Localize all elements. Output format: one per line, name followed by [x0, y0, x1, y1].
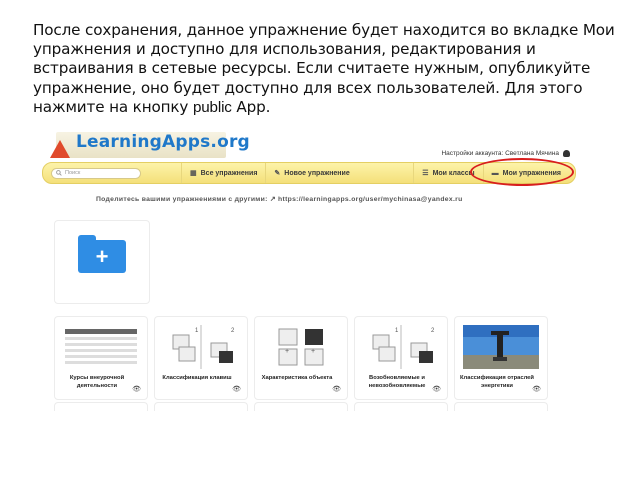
eye-icon: 👁 [332, 386, 341, 393]
card-title: Классификация клавиш [162, 375, 232, 381]
logo[interactable]: LearningApps.org [50, 130, 250, 162]
list-icon: ☰ [422, 170, 429, 177]
exercise-card[interactable]: 12 Возобновляемые и невозобновляемые 👁 [354, 316, 448, 400]
instruction-text: После сохранения, данное упражнение буде… [33, 21, 623, 117]
nav-all-exercises-label: Все упражнения [200, 169, 258, 177]
svg-text:+: + [285, 348, 289, 355]
exercise-card[interactable]: 12 Классификация клавиш 👁 [154, 316, 248, 400]
highlight-ellipse [470, 158, 574, 186]
card-title: Классификация отраслей энергетики [460, 375, 534, 389]
table-thumbnail-icon [65, 329, 137, 364]
svg-text:2: 2 [431, 328, 435, 334]
energy-photo-thumbnail [463, 325, 539, 369]
search-input[interactable]: Поиск [51, 167, 141, 179]
exercise-card[interactable]: Курсы внеурочной деятельности 👁 [54, 316, 148, 400]
eye-icon: 👁 [132, 386, 141, 393]
nav-new-exercise[interactable]: ✎ Новое упражнение [265, 163, 357, 183]
exercise-grid-row-2 [54, 402, 548, 411]
nav-all-exercises[interactable]: ▦ Все упражнения [181, 163, 265, 183]
card-title: Характеристика объекта [261, 375, 333, 381]
logo-triangle-icon [50, 140, 70, 158]
classification-thumbnail-icon: 12 [172, 325, 235, 369]
logo-text: LearningApps.org [76, 132, 250, 152]
classification-thumbnail-icon: 12 [372, 325, 435, 369]
instruction-code: public [192, 98, 232, 116]
svg-text:1: 1 [195, 328, 199, 334]
new-folder-icon: + [78, 235, 126, 273]
nav-new-exercise-label: Новое упражнение [284, 169, 350, 177]
eye-icon: 👁 [532, 386, 541, 393]
share-link[interactable]: Поделитесь вашими упражнениями с другими… [96, 195, 463, 203]
svg-text:1: 1 [395, 328, 399, 334]
learningapps-screenshot: LearningApps.org Настройки аккаунта: Све… [38, 130, 586, 411]
exercise-card[interactable]: + + Характеристика объекта 👁 [254, 316, 348, 400]
exercise-grid: Курсы внеурочной деятельности 👁 12 Класс… [54, 316, 548, 400]
card-title: Возобновляемые и невозобновляемые [368, 375, 426, 389]
account-settings-link[interactable]: Настройки аккаунта: Светлана Мячина [441, 150, 570, 157]
search-icon [56, 170, 62, 176]
exercise-card[interactable]: Классификация отраслей энергетики 👁 [454, 316, 548, 400]
pairs-thumbnail-icon: + + [278, 328, 324, 366]
svg-text:2: 2 [231, 328, 235, 334]
card-title: Курсы внеурочной деятельности [69, 375, 125, 389]
new-folder-card[interactable]: + [54, 220, 150, 304]
eye-icon: 👁 [432, 386, 441, 393]
instruction-body: После сохранения, данное упражнение буде… [33, 21, 615, 116]
grid-icon: ▦ [190, 170, 197, 177]
eye-icon: 👁 [232, 386, 241, 393]
search-placeholder: Поиск [65, 170, 81, 176]
svg-text:+: + [311, 348, 315, 355]
nav-my-classes-label: Мои классы [432, 169, 475, 177]
instruction-tail: App. [231, 97, 271, 116]
account-label: Настройки аккаунта: Светлана Мячина [441, 150, 559, 157]
user-icon [563, 150, 570, 157]
pencil-icon: ✎ [274, 170, 281, 177]
